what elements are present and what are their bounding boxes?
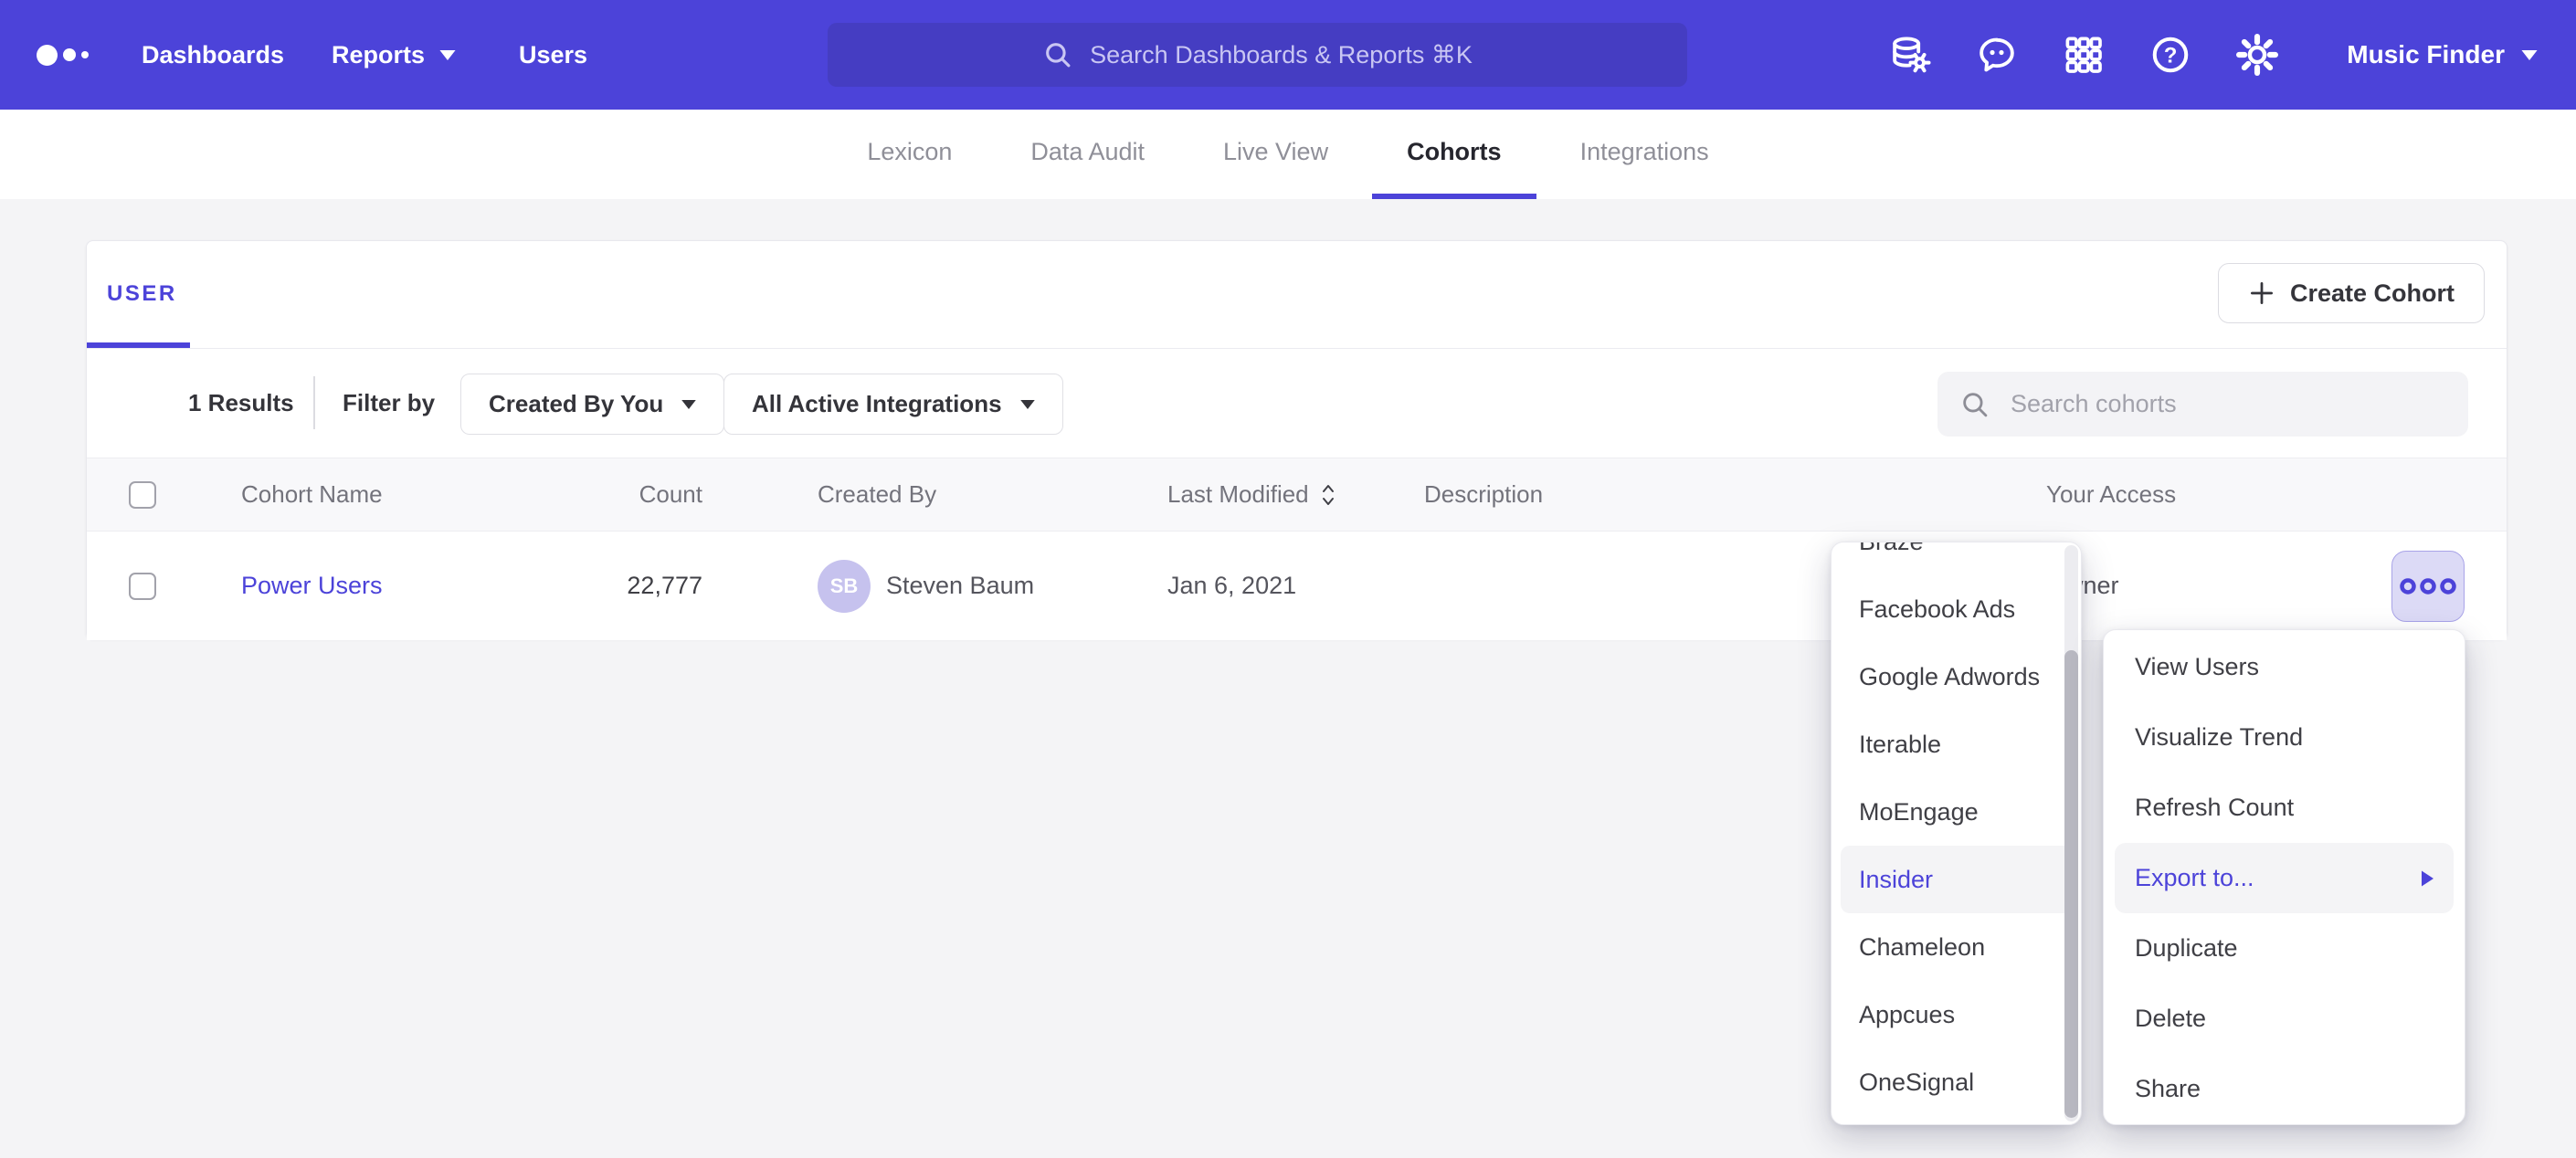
integrations-filter-value: All Active Integrations bbox=[752, 390, 1002, 418]
cohort-search-input[interactable] bbox=[2009, 389, 2446, 419]
submenu-arrow-icon bbox=[2422, 870, 2433, 886]
menu-item-chameleon[interactable]: Chameleon bbox=[1832, 913, 2081, 981]
nav-users-label: Users bbox=[519, 41, 587, 69]
export-to-label: Export to... bbox=[2135, 864, 2254, 892]
nav-users[interactable]: Users bbox=[519, 0, 587, 110]
menu-item-view-users[interactable]: View Users bbox=[2104, 632, 2465, 702]
cohort-count: 22,777 bbox=[627, 572, 702, 600]
table-row: Power Users 22,777 SB Steven Baum Jan 6,… bbox=[87, 532, 2507, 640]
cohort-name-link[interactable]: Power Users bbox=[241, 572, 383, 600]
topbar-actions: ? bbox=[1889, 0, 2538, 110]
menu-item-delete[interactable]: Delete bbox=[2104, 984, 2465, 1054]
top-navigation-bar: Dashboards Reports Users Search Dashboar… bbox=[0, 0, 2576, 110]
divider bbox=[87, 348, 2507, 349]
create-cohort-button[interactable]: Create Cohort bbox=[2218, 263, 2485, 323]
chevron-down-icon bbox=[1020, 400, 1035, 409]
table-header-row: Cohort Name Count Created By Last Modifi… bbox=[87, 458, 2507, 532]
menu-item-iterable[interactable]: Iterable bbox=[1832, 711, 2081, 778]
last-modified-label: Last Modified bbox=[1167, 480, 1309, 509]
feedback-icon[interactable] bbox=[1976, 34, 2018, 76]
menu-item-duplicate[interactable]: Duplicate bbox=[2104, 913, 2465, 984]
tab-data-audit[interactable]: Data Audit bbox=[996, 110, 1179, 199]
tab-integrations[interactable]: Integrations bbox=[1546, 110, 1744, 199]
created-by-filter-dropdown[interactable]: Created By You bbox=[460, 374, 724, 435]
row-more-actions-button[interactable] bbox=[2391, 551, 2465, 622]
menu-item-insider[interactable]: Insider bbox=[1841, 846, 2072, 913]
sort-icon bbox=[1320, 481, 1336, 509]
avatar: SB bbox=[818, 560, 871, 613]
col-header-cohort-name: Cohort Name bbox=[241, 458, 383, 531]
col-header-description: Description bbox=[1424, 458, 1543, 531]
menu-item-google-adwords[interactable]: Google Adwords bbox=[1832, 643, 2081, 711]
project-name: Music Finder bbox=[2347, 40, 2505, 69]
project-switcher[interactable]: Music Finder bbox=[2347, 40, 2538, 69]
submenu-scrollbar-track[interactable] bbox=[2064, 545, 2078, 1121]
plus-icon bbox=[2248, 279, 2275, 307]
tab-cohorts[interactable]: Cohorts bbox=[1372, 110, 1536, 199]
svg-text:?: ? bbox=[2164, 43, 2178, 68]
search-icon bbox=[1042, 39, 1073, 70]
nav-reports-label: Reports bbox=[332, 41, 425, 69]
tab-lexicon[interactable]: Lexicon bbox=[832, 110, 987, 199]
cohorts-card: USER Create Cohort 1 Results Filter by C… bbox=[86, 240, 2507, 639]
select-all-checkbox[interactable] bbox=[129, 481, 156, 509]
menu-item-appcues[interactable]: Appcues bbox=[1832, 981, 2081, 1048]
col-header-last-modified[interactable]: Last Modified bbox=[1167, 458, 1336, 531]
created-by-name: Steven Baum bbox=[886, 532, 1034, 640]
divider bbox=[313, 376, 315, 429]
create-cohort-label: Create Cohort bbox=[2290, 279, 2455, 308]
nav-dashboards-label: Dashboards bbox=[142, 41, 284, 69]
cohort-type-tab-user[interactable]: USER bbox=[107, 281, 177, 307]
results-count: 1 Results bbox=[188, 349, 294, 458]
chevron-down-icon bbox=[439, 50, 456, 60]
submenu-scrollbar-thumb[interactable] bbox=[2064, 650, 2078, 1118]
section-tabbar: Lexicon Data Audit Live View Cohorts Int… bbox=[0, 110, 2576, 199]
menu-item-facebook-ads[interactable]: Facebook Ads bbox=[1832, 575, 2081, 643]
logo-dot-small bbox=[81, 51, 89, 58]
nav-reports[interactable]: Reports bbox=[332, 0, 456, 110]
menu-item-moengage[interactable]: MoEngage bbox=[1832, 778, 2081, 846]
col-header-created-by: Created By bbox=[818, 458, 936, 531]
cohorts-page: Dashboards Reports Users Search Dashboar… bbox=[0, 0, 2576, 1158]
row-actions-context-menu: View Users Visualize Trend Refresh Count… bbox=[2103, 629, 2465, 1125]
global-search-placeholder: Search Dashboards & Reports ⌘K bbox=[1090, 41, 1473, 69]
export-destinations-menu: Braze Facebook Ads Google Adwords Iterab… bbox=[1831, 542, 2082, 1125]
menu-item-share[interactable]: Share bbox=[2104, 1054, 2465, 1124]
menu-item-refresh-count[interactable]: Refresh Count bbox=[2104, 773, 2465, 843]
menu-item-braze[interactable]: Braze bbox=[1832, 542, 2081, 575]
cohort-search-box bbox=[1937, 372, 2468, 437]
menu-item-export-to[interactable]: Export to... bbox=[2115, 843, 2454, 913]
filter-by-label: Filter by bbox=[343, 349, 435, 458]
menu-item-onesignal[interactable]: OneSignal bbox=[1832, 1048, 2081, 1116]
col-header-count: Count bbox=[520, 458, 702, 531]
data-management-icon[interactable] bbox=[1889, 34, 1931, 76]
chevron-down-icon bbox=[2521, 50, 2538, 60]
logo-dot-medium bbox=[63, 48, 76, 61]
triple-circle-icon bbox=[2398, 576, 2458, 596]
help-icon[interactable]: ? bbox=[2149, 34, 2191, 76]
tab-live-view[interactable]: Live View bbox=[1188, 110, 1363, 199]
nav-dashboards[interactable]: Dashboards bbox=[142, 0, 284, 110]
col-header-your-access: Your Access bbox=[2046, 458, 2176, 531]
chevron-down-icon bbox=[681, 400, 696, 409]
settings-gear-icon[interactable] bbox=[2236, 34, 2278, 76]
search-icon bbox=[1959, 389, 1990, 420]
created-by-filter-value: Created By You bbox=[489, 390, 663, 418]
logo-dot-large bbox=[37, 45, 58, 66]
apps-grid-icon[interactable] bbox=[2063, 34, 2105, 76]
mixpanel-logo[interactable] bbox=[37, 0, 89, 110]
global-search-button[interactable]: Search Dashboards & Reports ⌘K bbox=[828, 23, 1687, 87]
integrations-filter-dropdown[interactable]: All Active Integrations bbox=[723, 374, 1063, 435]
row-checkbox[interactable] bbox=[129, 573, 156, 600]
last-modified-value: Jan 6, 2021 bbox=[1167, 532, 1296, 640]
menu-item-visualize-trend[interactable]: Visualize Trend bbox=[2104, 702, 2465, 773]
